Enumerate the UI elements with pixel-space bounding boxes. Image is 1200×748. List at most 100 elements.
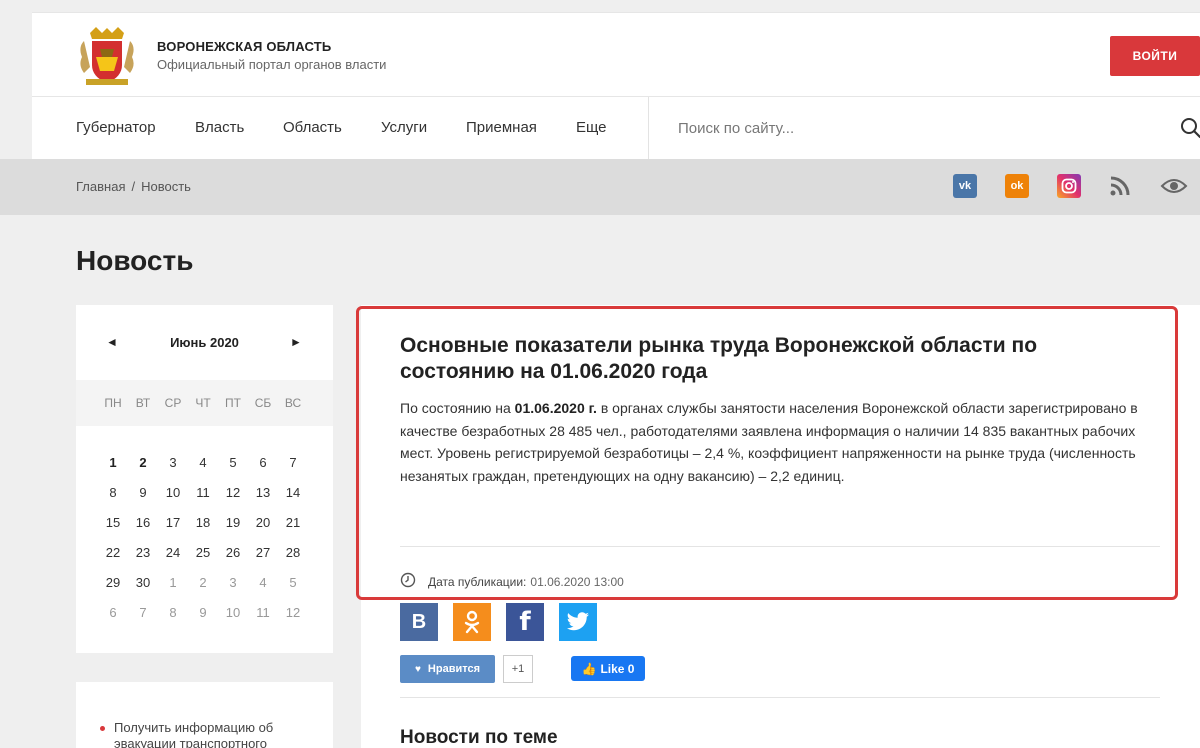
share-ok-button[interactable] (453, 603, 491, 641)
calendar-day: 13 (255, 485, 271, 500)
clock-icon (400, 572, 416, 591)
calendar-day: 16 (135, 515, 151, 530)
accessibility-eye-icon[interactable] (1160, 174, 1188, 198)
weekday-label: ЧТ (195, 396, 211, 410)
like-button[interactable]: ♥ Нравится (400, 655, 495, 683)
calendar-day: 17 (165, 515, 181, 530)
calendar-day: 10 (165, 485, 181, 500)
calendar-day: 7 (139, 605, 147, 620)
article-title: Основные показатели рынка труда Воронежс… (400, 334, 1038, 383)
article-divider (400, 546, 1160, 547)
article-body: По состоянию на 01.06.2020 г. в органах … (400, 397, 1160, 487)
coat-of-arms-icon[interactable] (76, 27, 138, 87)
calendar-day: 9 (199, 605, 207, 620)
calendar-day: 22 (105, 545, 121, 560)
calendar-day: 26 (225, 545, 241, 560)
calendar-day: 5 (289, 575, 297, 590)
calendar-day: 7 (289, 455, 297, 470)
calendar-day[interactable]: 1 (98, 455, 128, 470)
weekday-label: ВТ (135, 396, 151, 410)
ok-share-icon (464, 610, 480, 634)
header-top: ВОРОНЕЖСКАЯ ОБЛАСТЬ Официальный портал о… (32, 12, 1200, 97)
calendar-day: 3 (229, 575, 237, 590)
calendar-day: 14 (285, 485, 301, 500)
related-news-title: Новости по теме (400, 727, 558, 748)
calendar-day[interactable]: 2 (128, 455, 158, 470)
calendar-next-arrow-icon[interactable]: ► (290, 335, 302, 349)
calendar-day: 5 (229, 455, 237, 470)
search-icon[interactable] (1180, 117, 1200, 139)
calendar-day: 4 (259, 575, 267, 590)
calendar-day: 15 (105, 515, 121, 530)
weekday-label: ПН (104, 396, 122, 410)
calendar-day: 28 (285, 545, 301, 560)
nav-item-power[interactable]: Власть (195, 119, 244, 136)
calendar-day: 6 (259, 455, 267, 470)
news-calendar: Июнь 2020 ◄ ► ПН ВТ СР ЧТ ПТ СБ ВС 1 2 3… (76, 305, 333, 653)
breadcrumb-home[interactable]: Главная (76, 179, 125, 194)
calendar-day: 8 (109, 485, 117, 500)
side-link-evacuation[interactable]: Получить информацию об эвакуации транспо… (100, 720, 320, 748)
related-divider (400, 697, 1160, 698)
share-twitter-button[interactable] (559, 603, 597, 641)
calendar-day: 3 (169, 455, 177, 470)
calendar-day: 19 (225, 515, 241, 530)
thumbs-up-icon: 👍 (581, 661, 597, 676)
twitter-share-icon (567, 612, 589, 631)
login-button[interactable]: ВОЙТИ (1110, 36, 1200, 76)
odnoklassniki-icon[interactable]: ok (1005, 174, 1029, 198)
article-body-intro: По состоянию на (400, 400, 515, 416)
publication-date-label: Дата публикации: (428, 574, 527, 589)
calendar-day: 24 (165, 545, 181, 560)
rss-icon[interactable] (1108, 174, 1132, 198)
site-name: ВОРОНЕЖСКАЯ ОБЛАСТЬ (157, 39, 332, 54)
nav-item-governor[interactable]: Губернатор (76, 119, 156, 136)
like-counter: +1 (503, 655, 533, 683)
facebook-like-button[interactable]: 👍 Like 0 (571, 656, 645, 681)
breadcrumb-separator: / (131, 179, 136, 194)
share-vk-button[interactable]: В (400, 603, 438, 641)
heart-icon: ♥ (414, 663, 421, 675)
weekday-label: ПТ (225, 396, 241, 410)
instagram-icon[interactable] (1057, 174, 1081, 198)
calendar-day: 20 (255, 515, 271, 530)
calendar-day: 18 (195, 515, 211, 530)
weekday-label: СР (164, 396, 182, 410)
publication-date: Дата публикации: 01.06.2020 13:00 (400, 572, 624, 591)
calendar-day: 4 (199, 455, 207, 470)
publication-date-value: 01.06.2020 13:00 (530, 574, 624, 589)
calendar-day: 12 (225, 485, 241, 500)
calendar-day: 8 (169, 605, 177, 620)
calendar-day: 12 (285, 605, 301, 620)
ok-icon-label: ok (1010, 180, 1024, 192)
calendar-prev-arrow-icon[interactable]: ◄ (106, 335, 118, 349)
calendar-day: 1 (169, 575, 177, 590)
search-input[interactable] (678, 115, 1158, 141)
nav-item-region[interactable]: Область (283, 119, 342, 136)
facebook-share-icon: f (519, 607, 531, 637)
calendar-day: 29 (105, 575, 121, 590)
nav-item-more[interactable]: Еще (576, 119, 607, 136)
calendar-day: 30 (135, 575, 151, 590)
breadcrumb: Главная / Новость (76, 179, 191, 194)
main-nav: Губернатор Власть Область Услуги Приемна… (32, 97, 1200, 159)
breadcrumb-current: Новость (141, 179, 191, 194)
share-facebook-button[interactable]: f (506, 603, 544, 641)
nav-item-reception[interactable]: Приемная (466, 119, 537, 136)
article-body-date: 01.06.2020 г. (514, 400, 597, 416)
calendar-day: 11 (196, 485, 210, 500)
vk-icon[interactable]: vk (953, 174, 977, 198)
like-button-label: Нравится (427, 663, 481, 675)
vk-icon-label: vk (958, 180, 972, 192)
calendar-day: 6 (109, 605, 117, 620)
calendar-day: 25 (195, 545, 211, 560)
page-title: Новость (76, 245, 194, 276)
facebook-like-label: Like 0 (600, 661, 635, 676)
site-subtitle: Официальный портал органов власти (157, 57, 387, 72)
calendar-day: 27 (255, 545, 271, 560)
nav-item-services[interactable]: Услуги (381, 119, 427, 136)
calendar-day: 10 (225, 605, 241, 620)
weekday-label: ВС (284, 396, 302, 410)
calendar-day: 23 (135, 545, 151, 560)
calendar-day: 9 (139, 485, 147, 500)
